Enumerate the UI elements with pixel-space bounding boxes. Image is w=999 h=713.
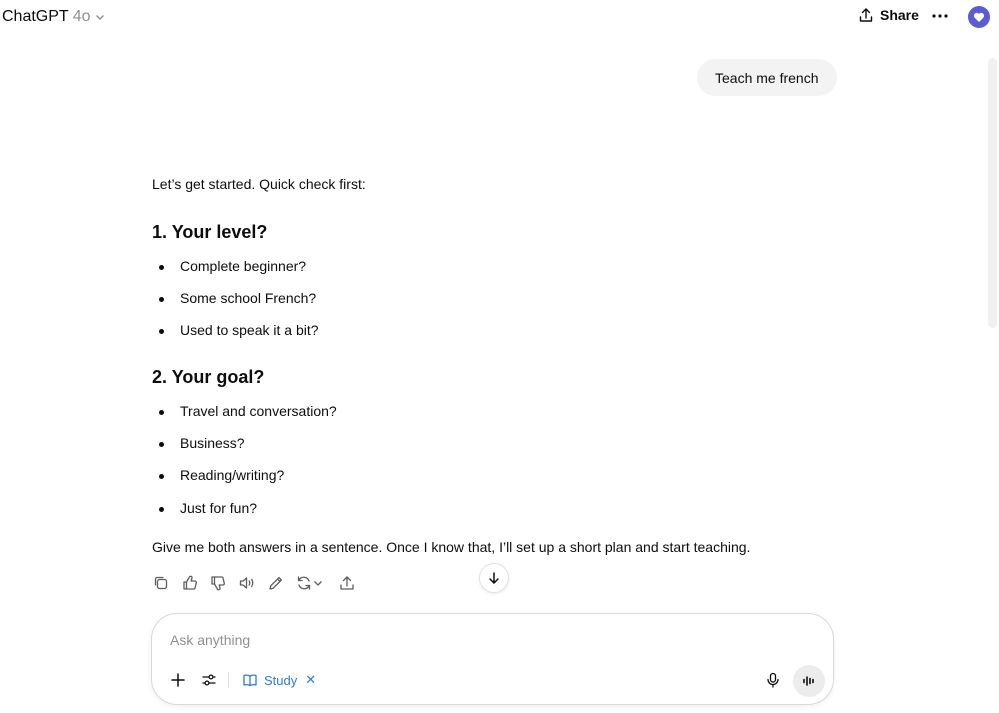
share-response-button[interactable] bbox=[338, 574, 356, 592]
more-options-button[interactable] bbox=[930, 6, 950, 26]
arrow-down-icon bbox=[489, 572, 499, 584]
list-item: Travel and conversation? bbox=[159, 403, 337, 419]
top-bar: ChatGPT 4o Share bbox=[0, 0, 999, 36]
read-aloud-button[interactable] bbox=[238, 574, 256, 592]
microphone-icon bbox=[767, 672, 779, 688]
thumbs-down-icon bbox=[211, 576, 225, 591]
scrollbar[interactable] bbox=[988, 58, 997, 328]
dictate-button[interactable] bbox=[762, 669, 784, 691]
list-item: Just for fun? bbox=[158, 500, 258, 516]
close-icon[interactable]: ✕ bbox=[305, 672, 316, 688]
edit-icon bbox=[269, 576, 283, 590]
edit-button[interactable] bbox=[267, 574, 285, 592]
profile-icon bbox=[973, 12, 985, 22]
scroll-to-bottom-button[interactable] bbox=[479, 563, 509, 593]
chevron-down-icon bbox=[96, 15, 105, 20]
book-icon bbox=[243, 674, 257, 687]
voice-mode-button[interactable] bbox=[793, 665, 825, 697]
section-heading: 2. Your goal? bbox=[152, 367, 265, 387]
assistant-intro: Let’s get started. Quick check first: bbox=[152, 176, 366, 192]
list-item: Business? bbox=[159, 435, 245, 451]
user-message-bubble: Teach me french bbox=[697, 59, 837, 96]
add-attachment-button[interactable] bbox=[167, 669, 189, 691]
share-button[interactable]: Share bbox=[858, 7, 919, 23]
prompt-input[interactable] bbox=[170, 629, 770, 651]
assistant-outro: Give me both answers in a sentence. Once… bbox=[152, 539, 751, 555]
plus-icon bbox=[171, 673, 185, 687]
voice-mode-icon bbox=[803, 676, 814, 686]
composer: Study ✕ bbox=[151, 613, 834, 705]
model-name: ChatGPT bbox=[2, 8, 69, 25]
share-label: Share bbox=[880, 7, 919, 23]
regenerate-icon bbox=[297, 576, 322, 590]
copy-icon bbox=[154, 576, 168, 590]
user-message-text: Teach me french bbox=[715, 69, 819, 86]
list-item: Complete beginner? bbox=[158, 258, 307, 274]
study-chip-label: Study bbox=[264, 672, 298, 688]
list-item: Reading/writing? bbox=[158, 467, 285, 483]
copy-button[interactable] bbox=[152, 574, 170, 592]
section-heading: 1. Your level? bbox=[152, 222, 268, 242]
list-item: Some school French? bbox=[158, 290, 317, 306]
tools-button[interactable] bbox=[198, 669, 220, 691]
profile-avatar[interactable] bbox=[968, 6, 990, 28]
read-aloud-icon bbox=[239, 577, 254, 589]
more-icon bbox=[932, 14, 948, 18]
thumbs-down-button[interactable] bbox=[209, 574, 227, 592]
model-version: 4o bbox=[72, 8, 91, 25]
list-item: Used to speak it a bit? bbox=[159, 322, 319, 338]
thumbs-up-button[interactable] bbox=[181, 574, 199, 592]
regenerate-button[interactable] bbox=[295, 574, 325, 592]
model-selector[interactable]: ChatGPT 4o bbox=[2, 8, 106, 26]
share-icon bbox=[340, 576, 354, 590]
share-icon bbox=[859, 8, 873, 22]
thumbs-up-icon bbox=[183, 575, 197, 590]
tools-icon bbox=[202, 674, 216, 686]
composer-divider bbox=[228, 672, 229, 688]
study-tool-chip[interactable]: Study ✕ bbox=[242, 670, 316, 690]
